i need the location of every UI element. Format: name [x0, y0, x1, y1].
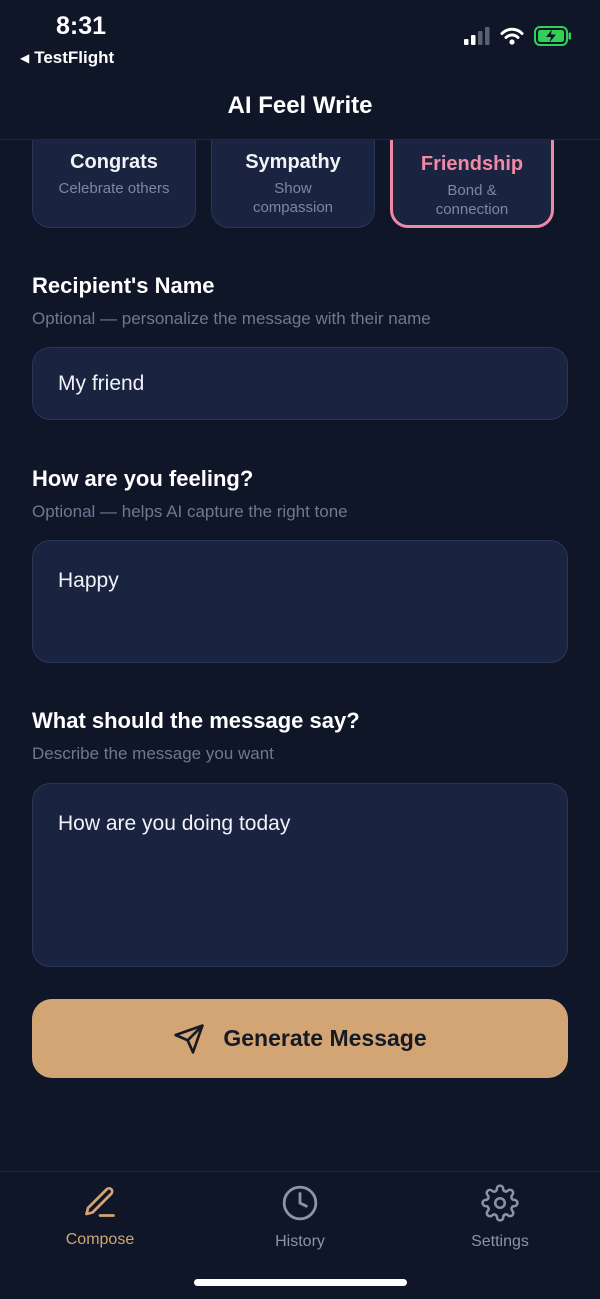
nav-bar: AI Feel Write: [0, 80, 600, 140]
status-bar: 8:31 ◀ TestFlight: [0, 0, 600, 80]
home-indicator[interactable]: [194, 1279, 407, 1286]
gear-icon: [481, 1184, 519, 1222]
page-title: AI Feel Write: [227, 92, 373, 119]
back-to-app-link[interactable]: ◀ TestFlight: [20, 48, 114, 68]
back-app-label: TestFlight: [34, 48, 115, 67]
back-arrow-icon: ◀: [20, 51, 30, 65]
pencil-icon: [85, 1186, 115, 1217]
recipient-name-value: My friend: [58, 372, 145, 395]
category-cards: Congrats Celebrate others Sympathy Show …: [0, 140, 600, 230]
battery-charging-icon: [534, 26, 571, 46]
recipient-name-input[interactable]: My friend: [32, 347, 568, 420]
feeling-label: How are you feeling?: [32, 466, 254, 491]
category-card-sympathy[interactable]: Sympathy Show compassion: [211, 140, 375, 228]
system-icons: [464, 26, 572, 46]
recipient-label: Recipient's Name: [32, 273, 215, 298]
category-title: Sympathy: [245, 151, 341, 173]
category-subtitle: Bond & connection: [435, 182, 509, 218]
category-card-friendship[interactable]: Friendship Bond & connection: [390, 140, 554, 228]
message-value: How are you doing today: [58, 812, 291, 835]
recipient-section: Recipient's Name Optional — personalize …: [32, 273, 568, 329]
category-title: Friendship: [420, 153, 524, 175]
clock-icon: [282, 1185, 318, 1221]
tab-bar: Compose History Settings: [0, 1171, 600, 1299]
screen: 8:31 ◀ TestFlight AI Feel Write Congrats…: [0, 0, 600, 1299]
message-hint: Describe the message you want: [32, 744, 274, 763]
message-label: What should the message say?: [32, 708, 360, 733]
tab-settings-label: Settings: [471, 1233, 529, 1250]
recipient-hint: Optional — personalize the message with …: [32, 309, 431, 328]
category-subtitle: Celebrate others: [58, 180, 170, 197]
cellular-signal-icon: [464, 27, 490, 45]
category-card-congrats[interactable]: Congrats Celebrate others: [32, 140, 196, 228]
feeling-section: How are you feeling? Optional — helps AI…: [32, 466, 568, 522]
send-icon: [174, 1023, 205, 1054]
tab-compose-label: Compose: [65, 1231, 135, 1248]
tab-history-label: History: [275, 1233, 325, 1250]
feeling-textarea[interactable]: Happy: [32, 540, 568, 663]
generate-message-button[interactable]: Generate Message: [32, 999, 568, 1078]
category-title: Congrats: [70, 151, 158, 173]
feeling-value: Happy: [58, 569, 119, 592]
tab-settings[interactable]: Settings: [430, 1184, 570, 1251]
category-subtitle: Show compassion: [252, 180, 334, 216]
feeling-hint: Optional — helps AI capture the right to…: [32, 502, 348, 521]
message-textarea[interactable]: How are you doing today: [32, 783, 568, 967]
message-section: What should the message say? Describe th…: [32, 708, 568, 764]
tab-compose[interactable]: Compose: [30, 1184, 170, 1249]
tab-history[interactable]: History: [230, 1184, 370, 1251]
wifi-icon: [500, 27, 524, 45]
generate-message-label: Generate Message: [223, 1025, 427, 1051]
status-time: 8:31: [56, 12, 107, 40]
